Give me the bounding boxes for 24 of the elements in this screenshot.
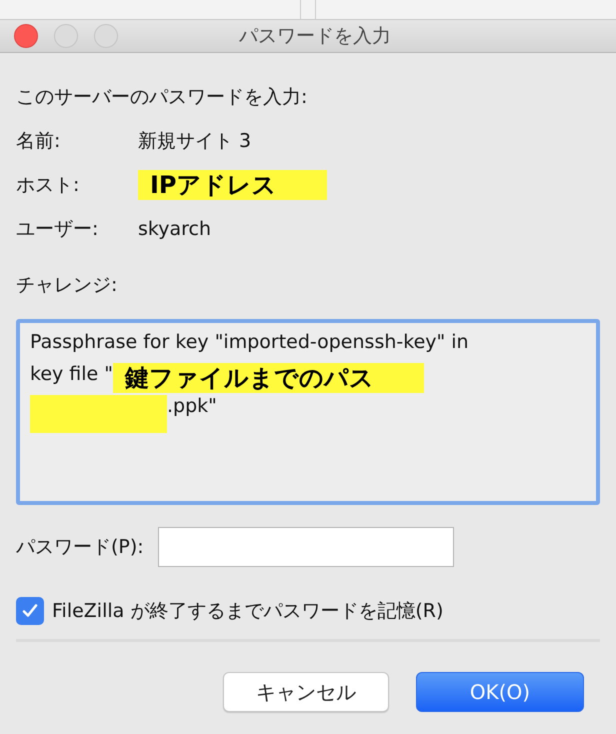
field-label: ホスト: bbox=[16, 173, 80, 198]
ok-button[interactable]: OK(O) bbox=[416, 672, 584, 712]
window-title: パスワードを入力 bbox=[238, 24, 392, 49]
value-text: 新規サイト 3 bbox=[138, 129, 252, 154]
annotation-label: IPアドレス bbox=[138, 170, 327, 200]
minimize-button[interactable] bbox=[54, 24, 78, 48]
challenge-text-area[interactable]: Passphrase for key "imported-openssh-key" in key file " 鍵ファイルまでのパス .ppk" bbox=[16, 319, 600, 505]
field-label: ユーザー: bbox=[16, 217, 100, 242]
remember-label: FileZilla が終了するまでパスワードを記憶(R) bbox=[52, 599, 444, 624]
challenge-label: チャレンジ: bbox=[16, 273, 118, 298]
remember-checkbox[interactable] bbox=[16, 597, 44, 625]
close-button[interactable] bbox=[14, 24, 38, 48]
prompt-text: このサーバーのパスワードを入力: bbox=[16, 85, 308, 110]
password-label: パスワード(P): bbox=[16, 535, 144, 560]
checkmark-icon bbox=[21, 602, 39, 620]
value-text: .ppk" bbox=[167, 395, 217, 417]
zoom-button[interactable] bbox=[94, 24, 118, 48]
password-field[interactable] bbox=[158, 527, 454, 567]
value-text: Passphrase for key "imported-openssh-key" in bbox=[30, 331, 469, 353]
cancel-button[interactable]: キャンセル bbox=[223, 672, 389, 712]
value-text: key file " bbox=[30, 363, 114, 385]
value-text: skyarch bbox=[138, 218, 211, 240]
annotation-label: 鍵ファイルまでのパス bbox=[113, 363, 424, 393]
field-label: 名前: bbox=[16, 129, 62, 154]
